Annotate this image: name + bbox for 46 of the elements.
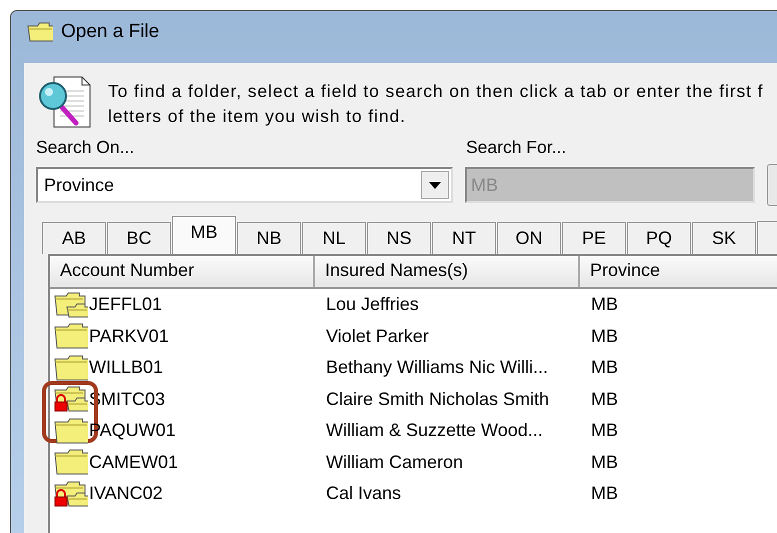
tab[interactable]: SK bbox=[692, 222, 756, 254]
tab[interactable]: NB bbox=[237, 222, 301, 254]
column-header[interactable]: Insured Names(s) bbox=[315, 256, 580, 287]
table-cell: MB bbox=[591, 420, 618, 440]
tab[interactable]: AB bbox=[42, 222, 106, 254]
table-cell[interactable]: WILLB01 bbox=[89, 357, 164, 378]
table-cell[interactable]: CAMEW01 bbox=[89, 452, 178, 473]
tab[interactable]: NL bbox=[302, 222, 366, 254]
table-cell[interactable]: IVANC02 bbox=[89, 483, 163, 504]
window-title: Open a File bbox=[61, 21, 160, 43]
folder-icon bbox=[54, 292, 88, 318]
table-cell: MB bbox=[591, 388, 618, 409]
tab[interactable]: PE bbox=[562, 222, 626, 254]
tab[interactable]: MB bbox=[172, 216, 236, 254]
folder-icon bbox=[54, 323, 88, 350]
field-label: Search For... bbox=[466, 137, 566, 158]
table-cell: Violet Parker bbox=[326, 326, 429, 346]
locked-folder-icon bbox=[54, 480, 88, 507]
folder-icon bbox=[27, 21, 53, 43]
search-on-dropdown[interactable]: Province bbox=[36, 167, 453, 203]
table-cell: Bethany Williams Nic Willi... bbox=[326, 357, 548, 378]
table-cell: William & Suzzette Wood... bbox=[326, 420, 543, 440]
table-cell: William Cameron bbox=[326, 452, 464, 472]
table-cell: MB bbox=[591, 326, 618, 346]
table-cell: Cal Ivans bbox=[326, 483, 402, 504]
table-cell: MB bbox=[591, 294, 618, 314]
tab[interactable]: BC bbox=[107, 222, 171, 254]
table-cell: MB bbox=[591, 483, 618, 504]
folder-icon bbox=[54, 354, 88, 381]
table-cell[interactable]: JEFFL01 bbox=[89, 294, 162, 316]
table-cell[interactable]: PARKV01 bbox=[89, 326, 169, 347]
locked-folder-icon bbox=[54, 386, 88, 412]
table-cell: MB bbox=[591, 357, 618, 378]
tab[interactable]: ON bbox=[497, 222, 561, 254]
tab[interactable]: NS bbox=[367, 222, 431, 254]
table-cell: Claire Smith Nicholas Smith bbox=[326, 388, 550, 409]
column-header[interactable]: Province bbox=[580, 256, 777, 287]
table-cell: MB bbox=[591, 452, 618, 472]
tab[interactable]: PQ bbox=[627, 222, 691, 254]
folder-icon bbox=[54, 418, 88, 444]
instruction-text: To find a folder, select a field to search on then click a tab or enter the first f letters of the item you wish to find. bbox=[108, 80, 764, 128]
table-cell: Lou Jeffries bbox=[326, 294, 419, 314]
folder-icon bbox=[54, 449, 88, 476]
tab[interactable]: NT bbox=[432, 222, 496, 254]
column-header[interactable]: Account Number bbox=[50, 256, 315, 287]
field-label: Search On... bbox=[36, 137, 134, 157]
